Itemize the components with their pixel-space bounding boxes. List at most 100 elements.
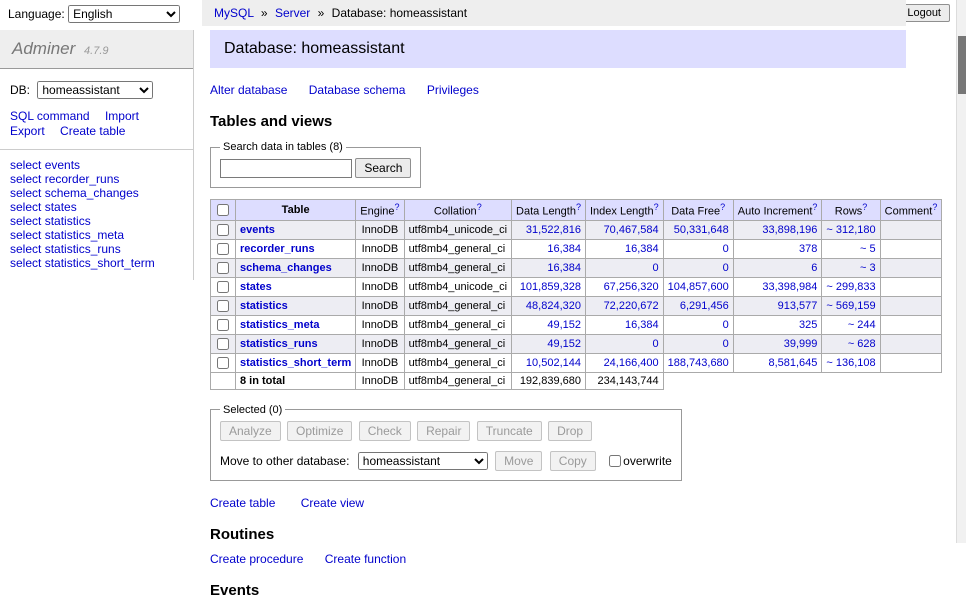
rows-link-statistics_runs[interactable]: ~ 628: [848, 338, 876, 350]
table-structure-link-recorder_runs[interactable]: recorder_runs: [240, 243, 315, 255]
column-help-link[interactable]: ?: [654, 202, 659, 212]
import-link[interactable]: Import: [105, 109, 139, 123]
alter-database-link[interactable]: Alter database: [210, 83, 287, 97]
index-length-link-states[interactable]: 67,256,320: [604, 281, 659, 293]
drop-button[interactable]: Drop: [548, 421, 592, 441]
index-length-link-statistics_meta[interactable]: 16,384: [625, 319, 659, 331]
select-link-schema_changes[interactable]: select: [10, 186, 41, 200]
row-checkbox-recorder_runs[interactable]: [217, 243, 229, 255]
table-structure-link-statistics_short_term[interactable]: statistics_short_term: [240, 357, 351, 369]
data-length-link-statistics_runs[interactable]: 49,152: [547, 338, 581, 350]
privileges-link[interactable]: Privileges: [427, 83, 479, 97]
data-length-link-statistics_meta[interactable]: 49,152: [547, 319, 581, 331]
data-length-link-statistics_short_term[interactable]: 10,502,144: [526, 357, 581, 369]
index-length-link-statistics_short_term[interactable]: 24,166,400: [604, 357, 659, 369]
db-select[interactable]: homeassistant: [37, 81, 153, 99]
search-button[interactable]: Search: [355, 158, 411, 178]
select-link-states[interactable]: select: [10, 200, 41, 214]
auto-increment-link-statistics[interactable]: 913,577: [778, 300, 818, 312]
select-link-recorder_runs[interactable]: select: [10, 172, 41, 186]
rows-link-events[interactable]: ~ 312,180: [826, 224, 875, 236]
data-free-link-statistics_meta[interactable]: 0: [723, 319, 729, 331]
data-free-link-statistics_short_term[interactable]: 188,743,680: [668, 357, 729, 369]
analyze-button[interactable]: Analyze: [220, 421, 281, 441]
sidebar-table-link-statistics_meta[interactable]: statistics_meta: [45, 228, 124, 242]
select-link-statistics_runs[interactable]: select: [10, 242, 41, 256]
adminer-logo-link[interactable]: Adminer: [12, 39, 75, 58]
breadcrumb-link-server[interactable]: Server: [275, 6, 310, 20]
breadcrumb-link-mysql[interactable]: MySQL: [214, 6, 254, 20]
check-button[interactable]: Check: [359, 421, 411, 441]
sidebar-table-link-schema_changes[interactable]: schema_changes: [45, 186, 139, 200]
column-help-link[interactable]: ?: [576, 202, 581, 212]
vertical-scrollbar[interactable]: [956, 0, 966, 543]
data-length-link-recorder_runs[interactable]: 16,384: [547, 243, 581, 255]
rows-link-statistics_meta[interactable]: ~ 244: [848, 319, 876, 331]
auto-increment-link-events[interactable]: 33,898,196: [762, 224, 817, 236]
sidebar-table-link-statistics_short_term[interactable]: statistics_short_term: [45, 256, 155, 270]
database-schema-link[interactable]: Database schema: [309, 83, 406, 97]
index-length-link-statistics_runs[interactable]: 0: [653, 338, 659, 350]
language-select[interactable]: English: [68, 5, 180, 23]
index-length-link-schema_changes[interactable]: 0: [653, 262, 659, 274]
auto-increment-link-statistics_meta[interactable]: 325: [799, 319, 817, 331]
auto-increment-link-schema_changes[interactable]: 6: [811, 262, 817, 274]
copy-button[interactable]: Copy: [550, 451, 596, 471]
sidebar-table-link-statistics[interactable]: statistics: [45, 214, 91, 228]
data-free-link-statistics_runs[interactable]: 0: [723, 338, 729, 350]
search-input[interactable]: [220, 159, 352, 178]
data-free-link-events[interactable]: 50,331,648: [674, 224, 729, 236]
auto-increment-link-states[interactable]: 33,398,984: [762, 281, 817, 293]
auto-increment-link-statistics_short_term[interactable]: 8,581,645: [768, 357, 817, 369]
select-link-events[interactable]: select: [10, 158, 41, 172]
column-help-link[interactable]: ?: [720, 202, 725, 212]
data-length-link-schema_changes[interactable]: 16,384: [547, 262, 581, 274]
column-help-link[interactable]: ?: [395, 202, 400, 212]
data-free-link-recorder_runs[interactable]: 0: [723, 243, 729, 255]
select-all-checkbox[interactable]: [217, 204, 229, 216]
create-function-link[interactable]: Create function: [325, 552, 406, 566]
data-free-link-schema_changes[interactable]: 0: [723, 262, 729, 274]
sidebar-table-link-states[interactable]: states: [45, 200, 77, 214]
create-view-link[interactable]: Create view: [301, 496, 364, 510]
auto-increment-link-recorder_runs[interactable]: 378: [799, 243, 817, 255]
select-link-statistics_short_term[interactable]: select: [10, 256, 41, 270]
column-help-link[interactable]: ?: [862, 202, 867, 212]
table-structure-link-states[interactable]: states: [240, 281, 272, 293]
table-structure-link-statistics_runs[interactable]: statistics_runs: [240, 338, 318, 350]
export-link[interactable]: Export: [10, 124, 45, 138]
index-length-link-events[interactable]: 70,467,584: [604, 224, 659, 236]
move-button[interactable]: Move: [495, 451, 542, 471]
row-checkbox-schema_changes[interactable]: [217, 262, 229, 274]
row-checkbox-statistics_short_term[interactable]: [217, 357, 229, 369]
table-structure-link-statistics[interactable]: statistics: [240, 300, 288, 312]
row-checkbox-statistics_runs[interactable]: [217, 338, 229, 350]
row-checkbox-statistics_meta[interactable]: [217, 319, 229, 331]
rows-link-statistics[interactable]: ~ 569,159: [826, 300, 875, 312]
data-free-link-states[interactable]: 104,857,600: [668, 281, 729, 293]
scrollbar-thumb[interactable]: [958, 36, 966, 94]
select-link-statistics_meta[interactable]: select: [10, 228, 41, 242]
table-structure-link-statistics_meta[interactable]: statistics_meta: [240, 319, 320, 331]
sidebar-table-link-statistics_runs[interactable]: statistics_runs: [45, 242, 121, 256]
rows-link-states[interactable]: ~ 299,833: [826, 281, 875, 293]
table-structure-link-events[interactable]: events: [240, 224, 275, 236]
table-structure-link-schema_changes[interactable]: schema_changes: [240, 262, 332, 274]
rows-link-statistics_short_term[interactable]: ~ 136,108: [826, 357, 875, 369]
create-table-link-sidebar[interactable]: Create table: [60, 124, 125, 138]
row-checkbox-events[interactable]: [217, 224, 229, 236]
index-length-link-statistics[interactable]: 72,220,672: [604, 300, 659, 312]
repair-button[interactable]: Repair: [417, 421, 470, 441]
data-length-link-states[interactable]: 101,859,328: [520, 281, 581, 293]
select-link-statistics[interactable]: select: [10, 214, 41, 228]
data-length-link-events[interactable]: 31,522,816: [526, 224, 581, 236]
sql-command-link[interactable]: SQL command: [10, 109, 90, 123]
create-procedure-link[interactable]: Create procedure: [210, 552, 303, 566]
rows-link-schema_changes[interactable]: ~ 3: [860, 262, 876, 274]
index-length-link-recorder_runs[interactable]: 16,384: [625, 243, 659, 255]
truncate-button[interactable]: Truncate: [477, 421, 542, 441]
auto-increment-link-statistics_runs[interactable]: 39,999: [784, 338, 818, 350]
column-help-link[interactable]: ?: [477, 202, 482, 212]
logout-button[interactable]: Logout: [898, 4, 950, 22]
optimize-button[interactable]: Optimize: [287, 421, 352, 441]
